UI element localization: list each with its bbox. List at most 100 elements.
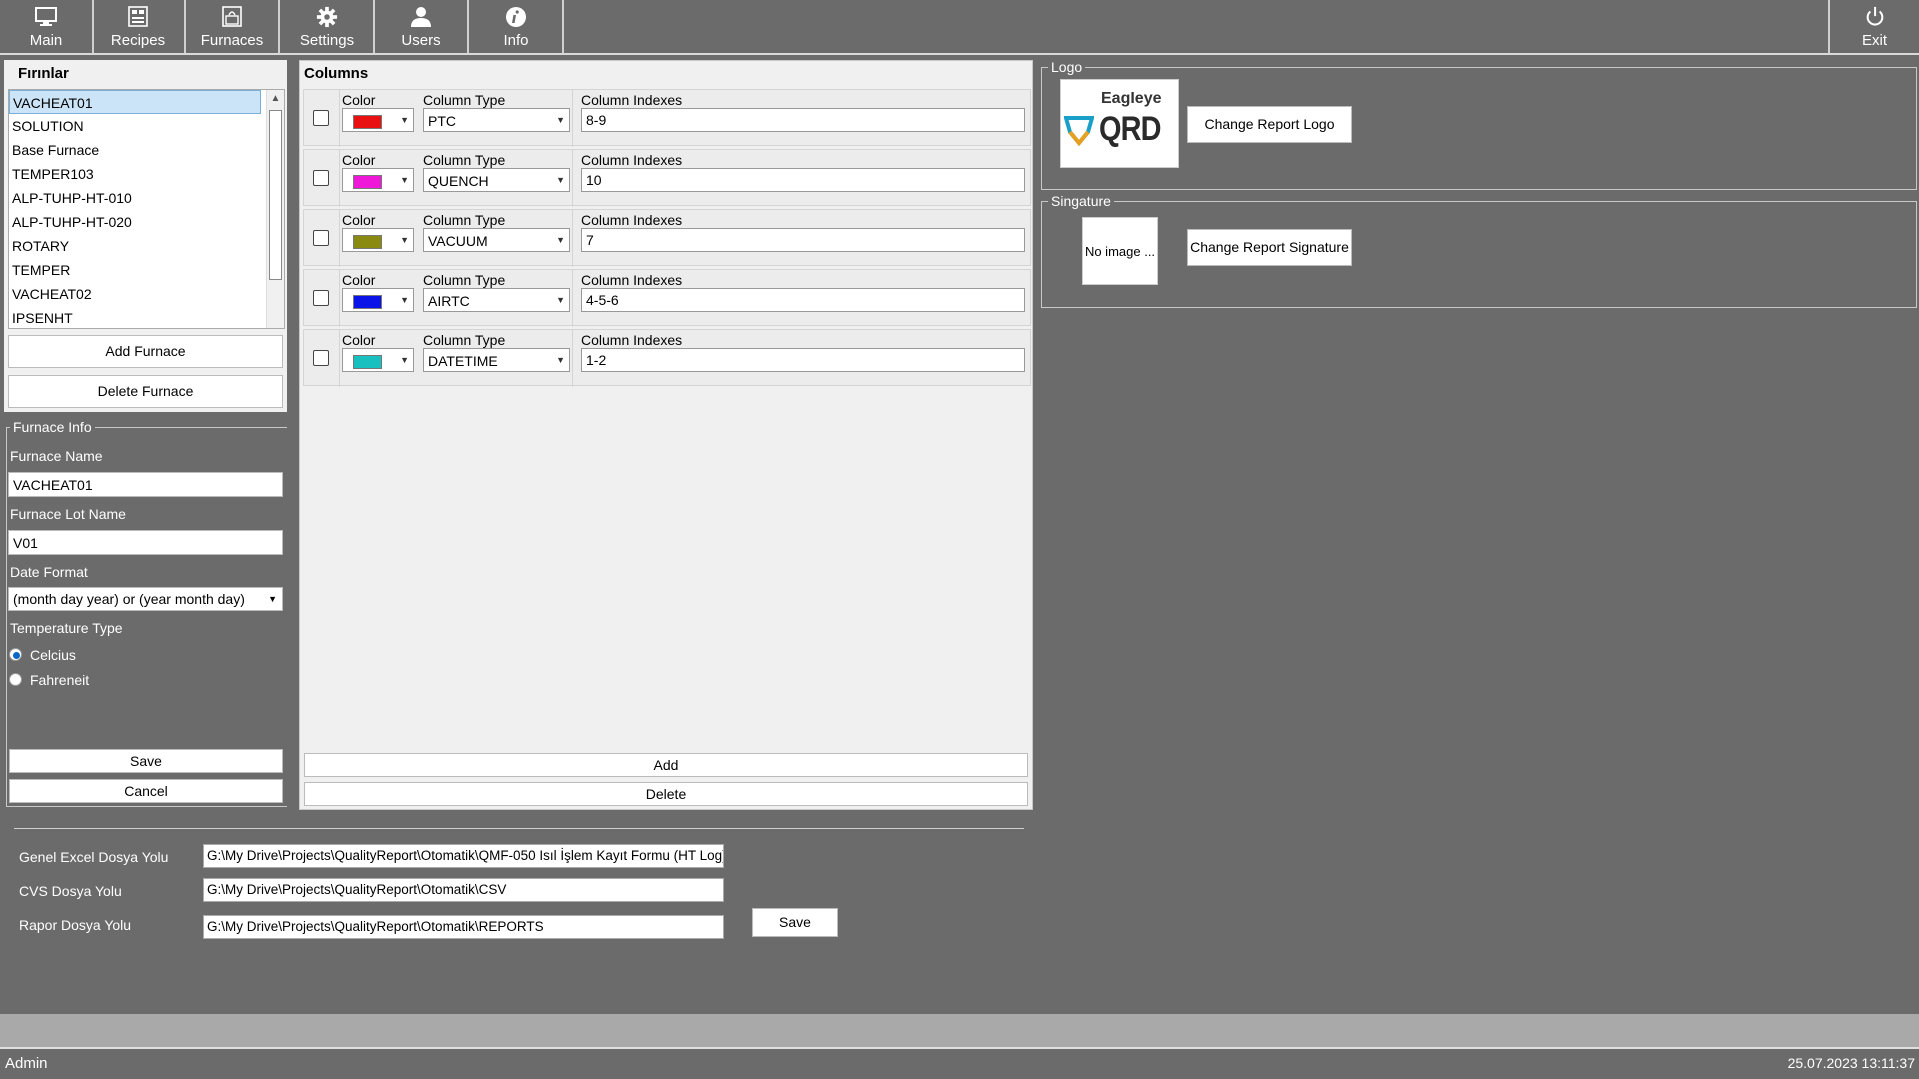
column-indexes-input[interactable]: 7 bbox=[581, 228, 1025, 252]
furnace-list-scrollbar[interactable]: ▲ bbox=[266, 90, 284, 328]
column-row-divider bbox=[339, 330, 340, 387]
column-color-label: Color bbox=[342, 272, 376, 288]
paths-divider bbox=[14, 828, 1024, 829]
column-row-checkbox[interactable] bbox=[313, 110, 329, 126]
info-icon bbox=[470, 6, 562, 34]
chevron-down-icon: ▼ bbox=[400, 355, 409, 365]
column-indexes-input[interactable]: 4-5-6 bbox=[581, 288, 1025, 312]
nav-furnaces-label: Furnaces bbox=[200, 32, 264, 49]
column-color-picker[interactable]: ▼ bbox=[342, 288, 414, 312]
celcius-radio[interactable] bbox=[9, 648, 22, 661]
date-format-value: (month day year) or (year month day) bbox=[13, 591, 245, 607]
furnace-list-item[interactable]: VACHEAT01 bbox=[9, 90, 261, 114]
furnace-save-button[interactable]: Save bbox=[9, 749, 283, 773]
column-type-select[interactable]: VACUUM ▼ bbox=[423, 228, 570, 252]
chevron-down-icon: ▼ bbox=[268, 594, 277, 604]
chevron-down-icon: ▼ bbox=[400, 115, 409, 125]
column-indexes-input[interactable]: 1-2 bbox=[581, 348, 1025, 372]
column-row-checkbox[interactable] bbox=[313, 350, 329, 366]
date-format-label: Date Format bbox=[10, 564, 88, 580]
furnace-list-item[interactable]: VACHEAT02 bbox=[9, 282, 261, 306]
furnace-list-item[interactable]: SOLUTION bbox=[9, 114, 261, 138]
column-color-picker[interactable]: ▼ bbox=[342, 168, 414, 192]
report-path-input[interactable]: G:\My Drive\Projects\QualityReport\Otoma… bbox=[203, 915, 724, 939]
column-type-select[interactable]: DATETIME ▼ bbox=[423, 348, 570, 372]
column-row-checkbox[interactable] bbox=[313, 230, 329, 246]
logo-group-title: Logo bbox=[1048, 59, 1086, 75]
furnace-name-label: Furnace Name bbox=[10, 448, 103, 464]
furnace-cancel-button[interactable]: Cancel bbox=[9, 779, 283, 803]
furnace-list-item[interactable]: ALP-TUHP-HT-010 bbox=[9, 186, 261, 210]
gear-icon bbox=[281, 6, 373, 34]
nav-furnaces-button[interactable]: Furnaces bbox=[186, 0, 280, 53]
column-color-picker[interactable]: ▼ bbox=[342, 108, 414, 132]
nav-exit-label: Exit bbox=[1861, 32, 1887, 49]
column-type-select[interactable]: AIRTC ▼ bbox=[423, 288, 570, 312]
column-type-select[interactable]: PTC ▼ bbox=[423, 108, 570, 132]
add-furnace-button[interactable]: Add Furnace bbox=[8, 335, 283, 368]
date-format-select[interactable]: (month day year) or (year month day) ▼ bbox=[8, 587, 283, 611]
csv-path-label: CVS Dosya Yolu bbox=[19, 883, 122, 899]
column-row: Color ▼ Column Type QUENCH ▼ Column Indexes 10 bbox=[303, 149, 1031, 207]
column-row-divider bbox=[572, 90, 573, 147]
column-color-label: Color bbox=[342, 332, 376, 348]
nav-main-button[interactable]: Main bbox=[0, 0, 94, 53]
column-color-picker[interactable]: ▼ bbox=[342, 228, 414, 252]
logo-brand-top: EagIeye bbox=[1101, 90, 1162, 107]
nav-settings-button[interactable]: Settings bbox=[281, 0, 375, 53]
report-path-label: Rapor Dosya Yolu bbox=[19, 917, 132, 933]
furnace-info-group-title: Furnace Info bbox=[10, 419, 95, 435]
scrollbar-thumb[interactable] bbox=[269, 110, 282, 280]
column-color-label: Color bbox=[342, 212, 376, 228]
column-indexes-label: Column Indexes bbox=[581, 152, 683, 168]
color-swatch bbox=[353, 115, 382, 129]
exit-button[interactable]: Exit bbox=[1828, 0, 1919, 53]
furnace-list-item[interactable]: TEMPER bbox=[9, 258, 261, 282]
column-row-divider bbox=[572, 330, 573, 387]
column-color-label: Color bbox=[342, 92, 376, 108]
column-type-value: PTC bbox=[428, 113, 456, 129]
furnace-list-item[interactable]: ALP-TUHP-HT-020 bbox=[9, 210, 261, 234]
nav-users-button[interactable]: Users bbox=[375, 0, 469, 53]
report-logo-image: EagIeye QRD bbox=[1060, 79, 1179, 168]
column-type-select[interactable]: QUENCH ▼ bbox=[423, 168, 570, 192]
furnace-name-input[interactable]: VACHEAT01 bbox=[8, 472, 283, 497]
change-report-signature-button[interactable]: Change Report Signature bbox=[1187, 229, 1352, 266]
nav-recipes-button[interactable]: Recipes bbox=[92, 0, 186, 53]
column-color-picker[interactable]: ▼ bbox=[342, 348, 414, 372]
color-swatch bbox=[353, 175, 382, 189]
status-datetime: 25.07.2023 13:11:37 bbox=[1787, 1055, 1915, 1071]
furnace-list-item[interactable]: Base Furnace bbox=[9, 138, 261, 162]
nav-main-label: Main bbox=[29, 32, 63, 49]
furnace-list-item[interactable]: ROTARY bbox=[9, 234, 261, 258]
column-row-checkbox[interactable] bbox=[313, 170, 329, 186]
column-type-label: Column Type bbox=[423, 92, 506, 108]
column-type-label: Column Type bbox=[423, 272, 506, 288]
paths-save-button[interactable]: Save bbox=[752, 908, 838, 937]
csv-path-input[interactable]: G:\My Drive\Projects\QualityReport\Otoma… bbox=[203, 878, 724, 902]
column-indexes-label: Column Indexes bbox=[581, 212, 683, 228]
excel-path-input[interactable]: G:\My Drive\Projects\QualityReport\Otoma… bbox=[203, 844, 724, 868]
bottom-strip bbox=[0, 1014, 1919, 1047]
change-report-logo-button[interactable]: Change Report Logo bbox=[1187, 106, 1352, 143]
furnace-lot-name-label: Furnace Lot Name bbox=[10, 506, 126, 522]
column-row: Color ▼ Column Type AIRTC ▼ Column Indexes 4-5… bbox=[303, 269, 1031, 327]
column-indexes-input[interactable]: 10 bbox=[581, 168, 1025, 192]
furnace-list-item[interactable]: IPSENHT bbox=[9, 306, 261, 328]
column-type-label: Column Type bbox=[423, 332, 506, 348]
column-indexes-input[interactable]: 8-9 bbox=[581, 108, 1025, 132]
column-type-value: DATETIME bbox=[428, 353, 498, 369]
add-column-button[interactable]: Add bbox=[304, 753, 1028, 777]
furnace-listbox[interactable]: VACHEAT01 SOLUTION Base Furnace TEMPER103 AL… bbox=[8, 89, 285, 329]
delete-furnace-button[interactable]: Delete Furnace bbox=[8, 375, 283, 408]
monitor-icon bbox=[0, 6, 92, 34]
nav-info-button[interactable]: Info bbox=[470, 0, 564, 53]
columns-title: Columns bbox=[304, 65, 369, 82]
column-row-checkbox[interactable] bbox=[313, 290, 329, 306]
scroll-up-arrow-icon[interactable]: ▲ bbox=[267, 90, 284, 108]
delete-column-button[interactable]: Delete bbox=[304, 782, 1028, 806]
fahrenheit-radio[interactable] bbox=[9, 673, 22, 686]
furnace-lot-name-input[interactable]: V01 bbox=[8, 530, 283, 555]
furnace-list-item[interactable]: TEMPER103 bbox=[9, 162, 261, 186]
signature-group-title: Singature bbox=[1048, 193, 1114, 209]
